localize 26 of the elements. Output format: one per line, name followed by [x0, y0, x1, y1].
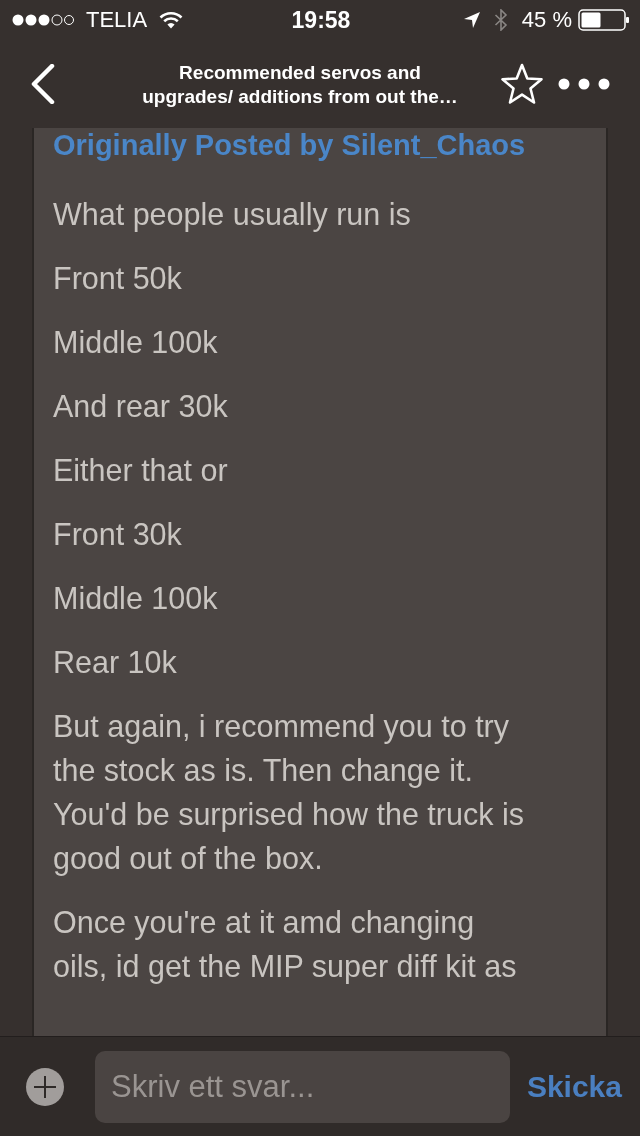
- thread-title: Recommended servos and upgrades/ additions from out the…: [141, 61, 459, 109]
- battery-percentage: 45 %: [521, 7, 572, 33]
- quote-paragraph: Rear 10k: [53, 644, 178, 681]
- quote-paragraph: Middle 100k: [53, 580, 219, 617]
- star-icon[interactable]: [500, 63, 544, 105]
- quote-paragraph: And rear 30k: [53, 388, 229, 425]
- back-icon[interactable]: [30, 64, 56, 104]
- carrier-name: TELIA: [86, 7, 148, 33]
- signal-strength-icon: [12, 14, 74, 26]
- bluetooth-icon: [493, 9, 508, 31]
- wifi-icon: [159, 11, 184, 29]
- quote-paragraph: But again, i recommend you to try the stock as is. Then change it. You'd be surprised how the truck is good out of the box.: [53, 708, 525, 878]
- quote-paragraph: Middle 100k: [53, 324, 219, 361]
- quote-paragraph: Front 50k: [53, 260, 183, 297]
- clock-time: 19:58: [291, 6, 351, 34]
- battery-icon: [578, 9, 630, 31]
- reply-input[interactable]: Skriv ett svar...: [95, 1050, 510, 1123]
- quote-attribution-link[interactable]: Originally Posted by Silent_Chaos: [53, 128, 606, 162]
- send-button[interactable]: Skicka: [522, 1069, 626, 1104]
- add-icon[interactable]: [26, 1067, 64, 1106]
- location-arrow-icon: [463, 12, 480, 28]
- quote-paragraph: Either that or: [53, 452, 229, 489]
- more-icon[interactable]: [558, 78, 610, 90]
- quote-paragraph: Once you're at it amd changing oils, id get the MIP super diff kit as: [53, 904, 518, 986]
- quote-paragraph: What people usually run is: [53, 196, 412, 234]
- quote-paragraph: Front 30k: [53, 516, 183, 553]
